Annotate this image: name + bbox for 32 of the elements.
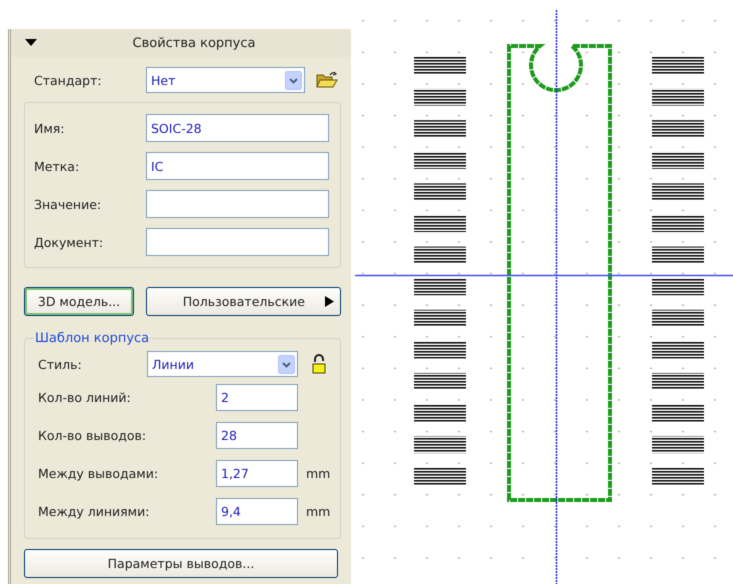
standard-dropdown[interactable]: Нет — [146, 67, 305, 93]
field-label: Документ: — [34, 234, 104, 250]
field-label: Кол-во линий: — [38, 390, 132, 404]
field-label: Метка: — [34, 158, 80, 174]
field-label: Стиль: — [38, 356, 83, 372]
field-label: Значение: — [34, 196, 102, 212]
pin-parameters-button[interactable]: Параметры выводов... — [24, 549, 338, 578]
unit-label: mm — [306, 466, 330, 480]
submenu-button[interactable]: Пользовательские — [146, 287, 341, 316]
text-field[interactable]: SOIC-28 — [146, 114, 329, 142]
group-title: Шаблон корпуса — [34, 331, 150, 346]
field-label: Кол-во выводов: — [38, 428, 148, 442]
number-field[interactable]: 1,27 — [216, 460, 298, 486]
number-field[interactable]: 28 — [216, 422, 298, 448]
model-button[interactable]: 3D модель... — [24, 287, 134, 316]
field-label: Стандарт: — [34, 72, 103, 88]
number-field[interactable]: 2 — [216, 384, 298, 410]
unlocked-icon[interactable] — [311, 354, 327, 374]
panel-header[interactable]: Свойства корпуса — [11, 29, 351, 57]
submenu-arrow-icon — [325, 296, 334, 307]
collapse-icon[interactable] — [25, 39, 37, 47]
text-field[interactable] — [146, 228, 329, 256]
number-field[interactable]: 9,4 — [216, 498, 298, 524]
panel-title: Свойства корпуса — [132, 36, 256, 50]
style-dropdown[interactable]: Линии — [147, 351, 298, 377]
text-field[interactable] — [146, 190, 329, 218]
text-field[interactable]: IC — [146, 152, 329, 180]
field-label: Между линиями: — [38, 504, 150, 518]
open-folder-icon[interactable] — [316, 71, 338, 89]
field-label: Имя: — [34, 120, 66, 136]
unit-label: mm — [306, 504, 330, 518]
field-label: Между выводами: — [38, 466, 160, 480]
